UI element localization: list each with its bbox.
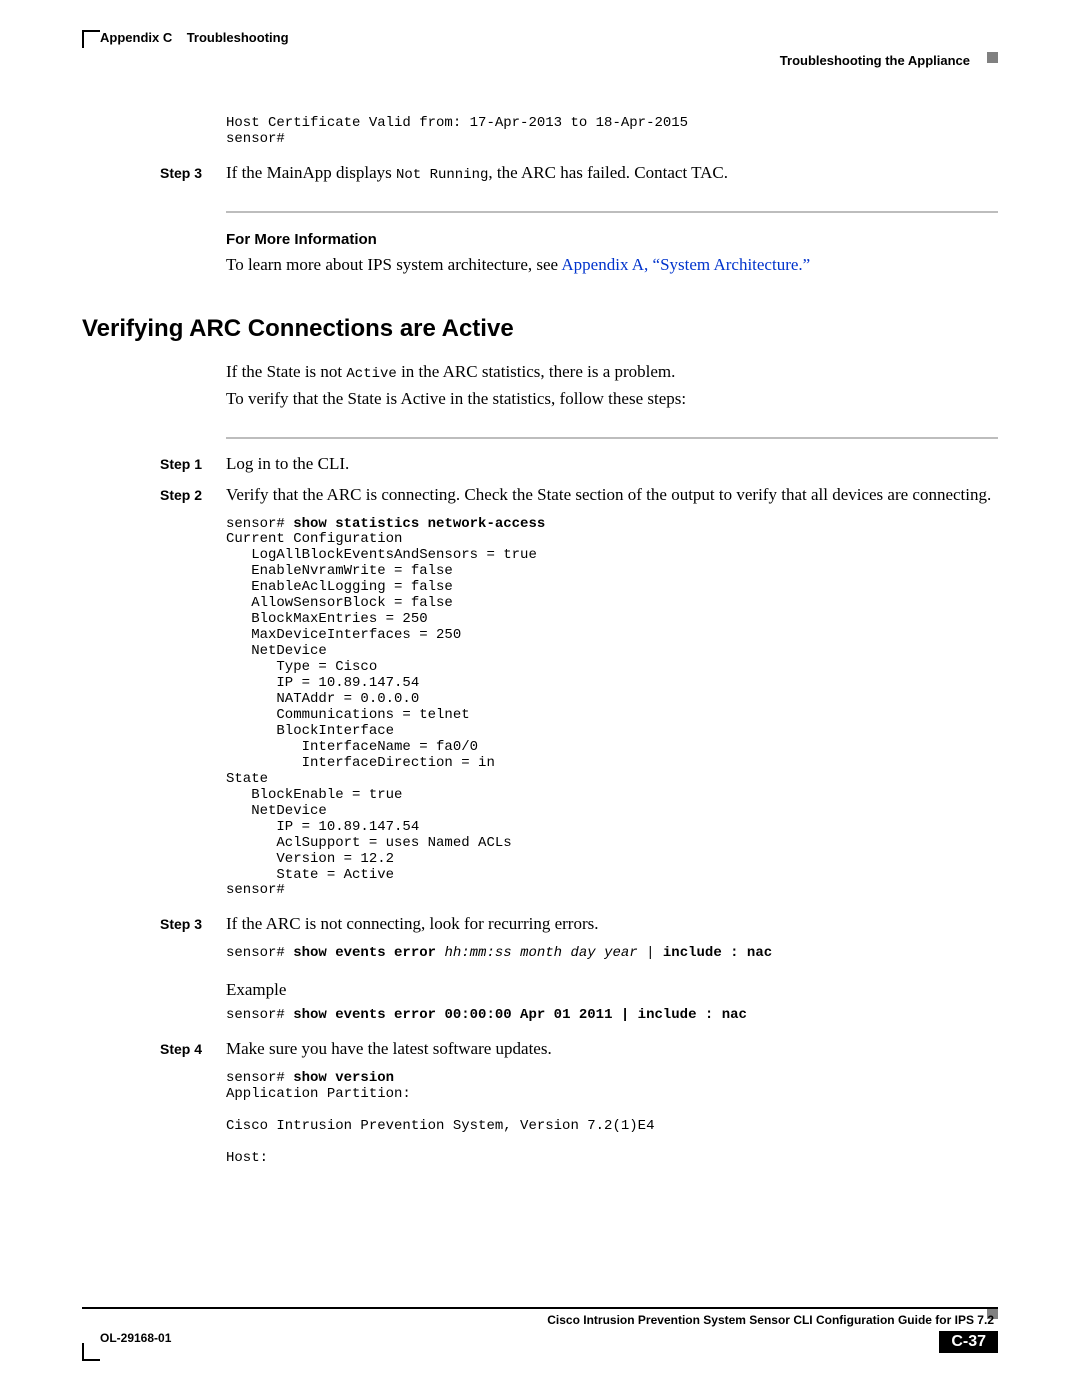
- code-block: sensor# show events error 00:00:00 Apr 0…: [226, 1008, 998, 1024]
- step-row: Step 1 Log in to the CLI.: [82, 453, 998, 476]
- crop-mark-bottom-left: [82, 1343, 100, 1361]
- document-number: OL-29168-01: [100, 1331, 171, 1345]
- step-row: Step 3 If the ARC is not connecting, loo…: [82, 913, 998, 936]
- guide-title: Cisco Intrusion Prevention System Sensor…: [82, 1313, 998, 1327]
- step-label: Step 4: [82, 1041, 226, 1057]
- paragraph: To learn more about IPS system architect…: [226, 254, 998, 277]
- code-block: sensor# show events error hh:mm:ss month…: [226, 946, 998, 962]
- divider: [226, 211, 998, 213]
- heading-2: Verifying ARC Connections are Active: [82, 315, 998, 343]
- appendix-label: Appendix C: [100, 30, 172, 45]
- code-block: Host Certificate Valid from: 17-Apr-2013…: [226, 116, 998, 148]
- step-label: Step 3: [82, 916, 226, 932]
- example-label: Example: [226, 980, 998, 1000]
- chapter-title: Troubleshooting: [187, 30, 289, 45]
- step-label: Step 1: [82, 456, 226, 472]
- cross-reference-link[interactable]: Appendix A, “System Architecture.”: [561, 255, 810, 274]
- inline-code: Not Running: [396, 167, 488, 183]
- step-text: If the MainApp displays Not Running, the…: [226, 162, 998, 185]
- running-footer: Cisco Intrusion Prevention System Sensor…: [82, 1307, 998, 1353]
- code-block: sensor# show version Application Partiti…: [226, 1071, 998, 1167]
- paragraph: If the State is not Active in the ARC st…: [226, 361, 998, 384]
- step-label: Step 2: [82, 487, 226, 503]
- page-number: C-37: [939, 1331, 998, 1353]
- code-block: sensor# show statistics network-access C…: [226, 517, 998, 900]
- footer-rule: [82, 1307, 998, 1309]
- margin-marker-icon: [987, 52, 998, 63]
- step-row: Step 4 Make sure you have the latest sof…: [82, 1038, 998, 1061]
- step-row: Step 3 If the MainApp displays Not Runni…: [82, 162, 998, 185]
- step-text: Verify that the ARC is connecting. Check…: [226, 484, 998, 507]
- step-label: Step 3: [82, 165, 226, 181]
- running-header: Appendix C Troubleshooting Troubleshooti…: [82, 30, 998, 68]
- section-title: Troubleshooting the Appliance: [82, 53, 998, 68]
- paragraph: To verify that the State is Active in th…: [226, 388, 998, 411]
- inline-code: Active: [346, 366, 396, 382]
- step-row: Step 2 Verify that the ARC is connecting…: [82, 484, 998, 507]
- step-text: If the ARC is not connecting, look for r…: [226, 913, 998, 936]
- subheading: For More Information: [226, 231, 998, 248]
- divider: [226, 437, 998, 439]
- step-text: Make sure you have the latest software u…: [226, 1038, 998, 1061]
- step-text: Log in to the CLI.: [226, 453, 998, 476]
